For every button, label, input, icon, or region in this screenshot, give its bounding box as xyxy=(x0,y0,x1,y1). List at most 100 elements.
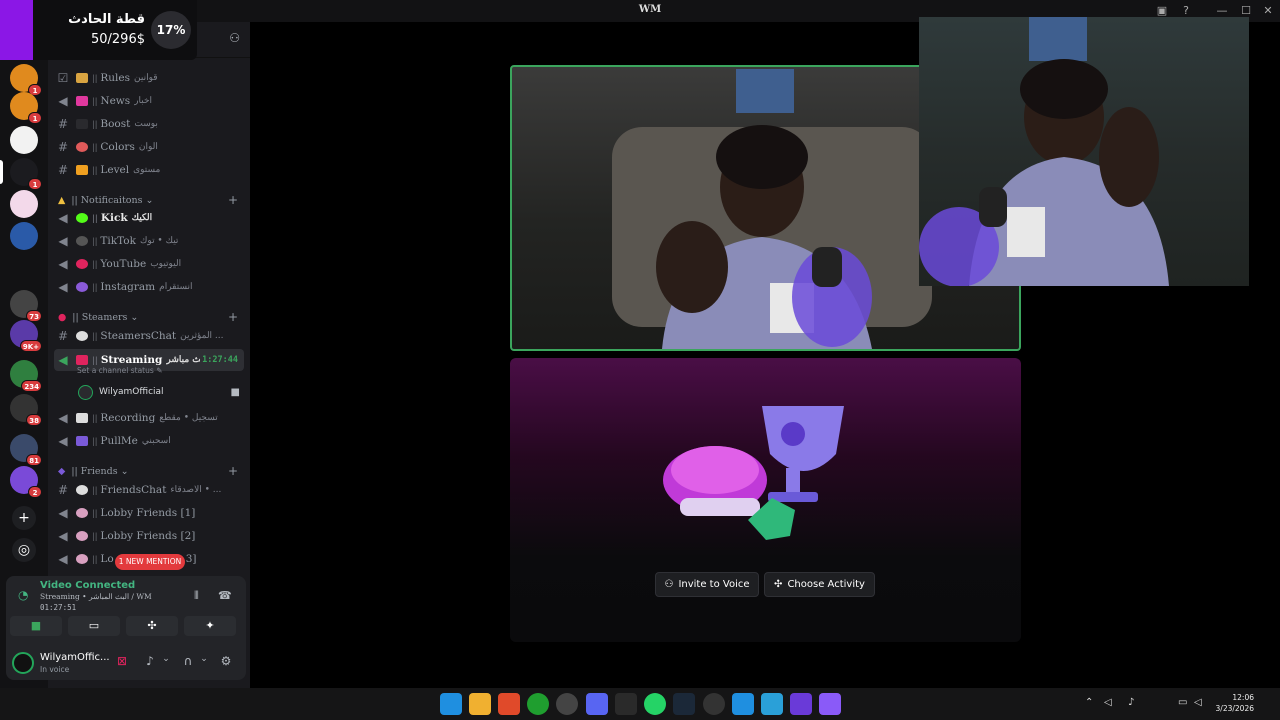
channel-arabic: انستقرام xyxy=(159,282,193,292)
channel-rules[interactable]: ☑ || Rules قوانين xyxy=(54,68,244,88)
avatar[interactable] xyxy=(12,652,34,674)
channel-steamerschat[interactable]: # || SteamersChat المؤثرين ... xyxy=(54,326,244,346)
volume-icon[interactable]: ◁ xyxy=(1104,697,1112,708)
soundboard-button[interactable]: ✦ xyxy=(184,616,236,636)
server-icon[interactable]: 1 xyxy=(10,92,42,124)
app-icon[interactable] xyxy=(819,693,841,715)
instagram-icon xyxy=(76,282,88,292)
server-icon[interactable]: 2 xyxy=(10,466,42,498)
discover-icon[interactable]: ◎ xyxy=(12,538,36,562)
add-member-icon[interactable]: ⚇ xyxy=(229,31,240,45)
category-streamers[interactable]: ● || Steamers ⌄ + xyxy=(58,309,244,325)
goal-progress: 50/296$ xyxy=(90,32,145,47)
disconnect-icon[interactable]: ☎ xyxy=(218,589,232,602)
webcam-feed-pip xyxy=(919,17,1169,286)
megaphone-icon xyxy=(76,96,88,106)
app-icon[interactable] xyxy=(761,693,783,715)
server-icon[interactable]: 234 xyxy=(10,360,42,392)
chevron-up-icon[interactable]: ⌃ xyxy=(1085,697,1093,708)
announcement-icon: ◀ xyxy=(58,280,68,294)
announcement-icon: ◀ xyxy=(58,211,68,225)
choose-activity-button[interactable]: ✣ Choose Activity xyxy=(764,572,875,597)
channel-name: Boost xyxy=(100,118,131,130)
new-mention-pill[interactable]: 1 NEW MENTION xyxy=(115,554,185,570)
lightning-icon xyxy=(76,165,88,175)
selected-pill xyxy=(0,160,3,184)
chevron-down-icon[interactable]: ⌄ xyxy=(158,654,174,664)
voice-status[interactable]: Video Connected xyxy=(40,580,135,591)
discord-icon[interactable] xyxy=(586,693,608,715)
headphones-icon[interactable]: ∩ xyxy=(180,654,196,668)
add-channel-icon[interactable]: + xyxy=(228,193,238,207)
voice-participant[interactable]: WilyamOfficial ■ xyxy=(78,383,246,401)
channel-name: Rules xyxy=(100,72,131,84)
add-channel-icon[interactable]: + xyxy=(228,310,238,324)
close-button[interactable]: ✕ xyxy=(1258,2,1278,20)
add-user-icon: ⚇ xyxy=(664,579,674,590)
app-icon[interactable] xyxy=(790,693,812,715)
channel-status-prompt[interactable]: Set a channel status ✎ xyxy=(77,366,162,375)
video-tile-pip[interactable] xyxy=(919,17,1249,286)
kick-icon xyxy=(76,213,88,223)
category-label: Steamers xyxy=(81,311,128,323)
unread-badge: 9K+ xyxy=(19,340,42,352)
start-icon[interactable] xyxy=(440,693,462,715)
obs-icon[interactable] xyxy=(703,693,725,715)
server-icon[interactable]: 73 xyxy=(10,290,42,322)
file-explorer-icon[interactable] xyxy=(469,693,491,715)
activity-panel xyxy=(510,358,1021,642)
server-icon[interactable]: 1 xyxy=(10,64,42,96)
server-icon[interactable] xyxy=(10,222,38,250)
server-icon[interactable]: 1 xyxy=(10,158,42,190)
username[interactable]: WilyamOffic... xyxy=(40,652,110,663)
channel-boost[interactable]: # || Boost بوست xyxy=(54,114,244,134)
voice-channel[interactable]: Streaming • البث المباشر / WM xyxy=(40,592,152,601)
screen-share-button[interactable]: ▭ xyxy=(68,616,120,636)
channel-tiktok[interactable]: ◀ || TikTok تيك • توك xyxy=(54,231,244,251)
clock-time: 12:06 xyxy=(1232,693,1254,702)
announcement-icon: ◀ xyxy=(58,257,68,271)
chevron-down-icon: ⌄ xyxy=(130,311,139,323)
category-notifications[interactable]: ▲ || Notificaitons ⌄ + xyxy=(58,192,244,208)
speaker-icon[interactable]: ◁ xyxy=(1194,697,1202,708)
settings-gear-icon[interactable]: ⚙ xyxy=(218,654,234,668)
server-icon[interactable]: 38 xyxy=(10,394,42,426)
stream-icon[interactable]: ⊠ xyxy=(114,654,130,668)
epic-games-icon[interactable] xyxy=(615,693,637,715)
brave-browser-icon[interactable] xyxy=(498,693,520,715)
channel-instagram[interactable]: ◀ || Instagram انستقرام xyxy=(54,277,244,297)
xbox-icon[interactable] xyxy=(527,693,549,715)
server-icon[interactable]: 9K+ xyxy=(10,320,42,352)
channel-name: Streaming xyxy=(100,354,163,366)
microphone-icon[interactable]: ♪ xyxy=(1128,697,1134,708)
add-server-icon[interactable]: + xyxy=(12,506,36,530)
channel-kick[interactable]: ◀ || Kick الكيك xyxy=(54,208,244,228)
server-icon[interactable] xyxy=(10,190,38,218)
channel-colors[interactable]: # || Colors الوان xyxy=(54,137,244,157)
network-icon[interactable]: ▭ xyxy=(1178,697,1187,708)
invite-to-voice-button[interactable]: ⚇ Invite to Voice xyxy=(655,572,759,597)
app-icon[interactable] xyxy=(732,693,754,715)
activity-illustration xyxy=(663,406,844,540)
signal-icon[interactable]: ◔ xyxy=(18,588,28,602)
microphone-icon[interactable]: ♪ xyxy=(142,654,158,668)
server-icon[interactable] xyxy=(10,126,38,154)
announcement-icon: ◀ xyxy=(58,234,68,248)
checkbox-icon: ☑ xyxy=(57,71,69,85)
record-icon: ● xyxy=(58,311,67,323)
chevron-down-icon[interactable]: ⌄ xyxy=(196,654,212,664)
channel-arabic: تيك • توك xyxy=(140,236,179,246)
server-icon[interactable]: 81 xyxy=(10,434,42,466)
noise-suppression-icon[interactable]: ⦀ xyxy=(194,589,199,603)
taskbar-clock[interactable]: 12:06 3/23/2026 xyxy=(1212,692,1254,714)
camera-button[interactable]: ■ xyxy=(10,616,62,636)
bell-icon: ▲ xyxy=(58,194,66,206)
whatsapp-icon[interactable] xyxy=(644,693,666,715)
channel-level[interactable]: # || Level مستوى xyxy=(54,160,244,180)
channel-youtube[interactable]: ◀ || YouTube اليوتيوب xyxy=(54,254,244,274)
app-icon[interactable] xyxy=(556,693,578,715)
steam-icon[interactable] xyxy=(673,693,695,715)
channel-name: Kick xyxy=(100,212,128,224)
activities-button[interactable]: ✣ xyxy=(126,616,178,636)
channel-news[interactable]: ◀ || News اخبار xyxy=(54,91,244,111)
